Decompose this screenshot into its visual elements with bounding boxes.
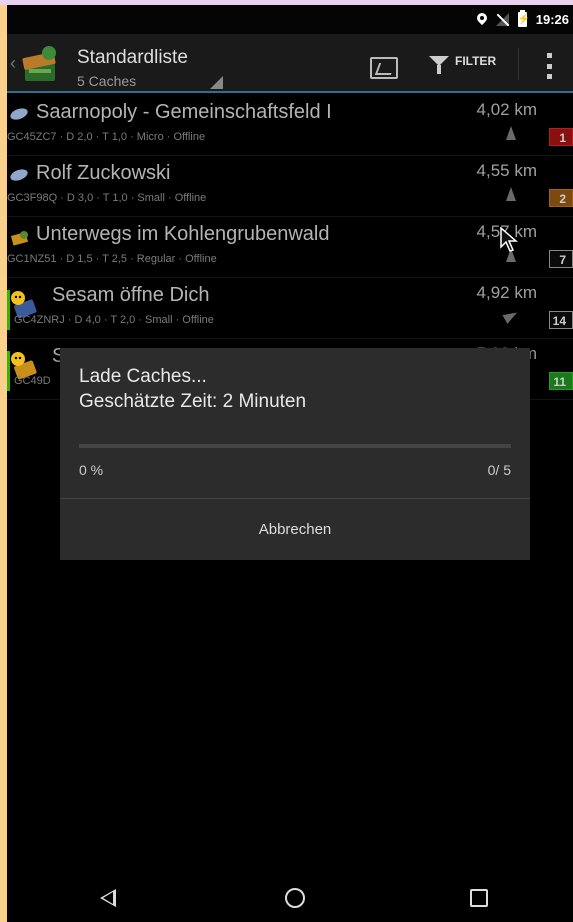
status-bar: 19:26 [7, 5, 573, 34]
cache-index-badge: 2 [549, 189, 573, 207]
cancel-button[interactable]: Abbrechen [60, 499, 530, 560]
action-bar-divider [518, 48, 519, 80]
mouse-cursor-icon [500, 227, 518, 252]
cache-meta: GC49D [14, 375, 51, 387]
loading-dialog: Lade Caches... Geschätzte Zeit: 2 Minute… [60, 348, 530, 560]
cache-distance: 4,02 km [476, 100, 537, 119]
list-title[interactable]: Standardliste [77, 47, 188, 69]
progress-percent: 0 % [79, 462, 104, 478]
filter-label: FILTER [455, 54, 497, 68]
cache-meta: GC45ZC7 · D 2,0 · T 1,0 · Micro · Offlin… [7, 131, 206, 143]
cache-name: Unterwegs im Kohlengrubenwald [36, 223, 330, 245]
direction-arrow-icon [506, 126, 516, 140]
cache-name: Rolf Zuckowski [36, 162, 171, 184]
status-icons: 19:26 [477, 10, 569, 27]
status-time: 19:26 [535, 12, 569, 27]
small-cache-icon [9, 168, 29, 187]
window-frame-left [0, 5, 7, 922]
recents-icon[interactable] [470, 889, 488, 907]
action-bar: ‹ Standardliste 5 Caches FILTER [7, 34, 573, 93]
list-subtitle: 5 Caches [77, 73, 137, 89]
back-icon[interactable] [100, 889, 116, 907]
location-icon [477, 13, 487, 27]
list-dropdown-icon[interactable] [210, 76, 223, 89]
regular-cache-icon [9, 229, 31, 252]
no-signal-icon [495, 13, 509, 26]
dialog-title: Lade Caches... Geschätzte Zeit: 2 Minute… [79, 364, 306, 414]
cache-name: Saarnopoly - Gemeinschaftsfeld I [36, 101, 332, 123]
map-icon[interactable] [370, 57, 398, 79]
filter-button[interactable]: FILTER [429, 54, 497, 74]
cache-index-badge: 1 [549, 128, 573, 146]
cache-meta: GC4ZNRJ · D 4,0 · T 2,0 · Small · Offlin… [14, 314, 214, 326]
cache-index-badge: 11 [549, 372, 573, 390]
cache-row[interactable]: Rolf Zuckowski GC3F98Q · D 3,0 · T 1,0 ·… [7, 156, 573, 217]
progress-count: 0/ 5 [487, 462, 511, 478]
overflow-menu-icon[interactable] [547, 53, 553, 79]
cache-distance: 4,55 km [476, 161, 537, 180]
app-icon[interactable] [21, 45, 61, 83]
cache-row[interactable]: Saarnopoly - Gemeinschaftsfeld I GC45ZC7… [7, 95, 573, 156]
dialog-title-line2: Geschätzte Zeit: 2 Minuten [79, 391, 307, 412]
dialog-title-line1: Lade Caches... [79, 366, 207, 387]
cache-name: Sesam öffne Dich [52, 284, 210, 306]
cache-meta: GC1NZ51 · D 1,5 · T 2,5 · Regular · Offl… [7, 253, 217, 265]
device-screen: 19:26 ‹ Standardliste 5 Caches FILTER Sa… [7, 5, 573, 922]
progress-bar [79, 444, 511, 448]
cache-row[interactable]: Unterwegs im Kohlengrubenwald GC1NZ51 · … [7, 217, 573, 278]
cache-distance: 4,92 km [476, 283, 537, 302]
battery-charging-icon [517, 10, 527, 27]
cache-index-badge: 7 [549, 250, 573, 268]
micro-cache-icon [9, 107, 29, 126]
cache-meta: GC3F98Q · D 3,0 · T 1,0 · Small · Offlin… [7, 192, 207, 204]
cache-index-badge: 14 [549, 311, 573, 329]
cache-row[interactable]: Sesam öffne Dich GC4ZNRJ · D 4,0 · T 2,0… [7, 278, 573, 339]
direction-arrow-icon [502, 308, 520, 324]
up-navigation-icon[interactable]: ‹ [10, 53, 16, 74]
navigation-bar [7, 872, 573, 922]
direction-arrow-icon [506, 187, 516, 201]
home-icon[interactable] [285, 888, 305, 908]
filter-icon [429, 56, 449, 74]
